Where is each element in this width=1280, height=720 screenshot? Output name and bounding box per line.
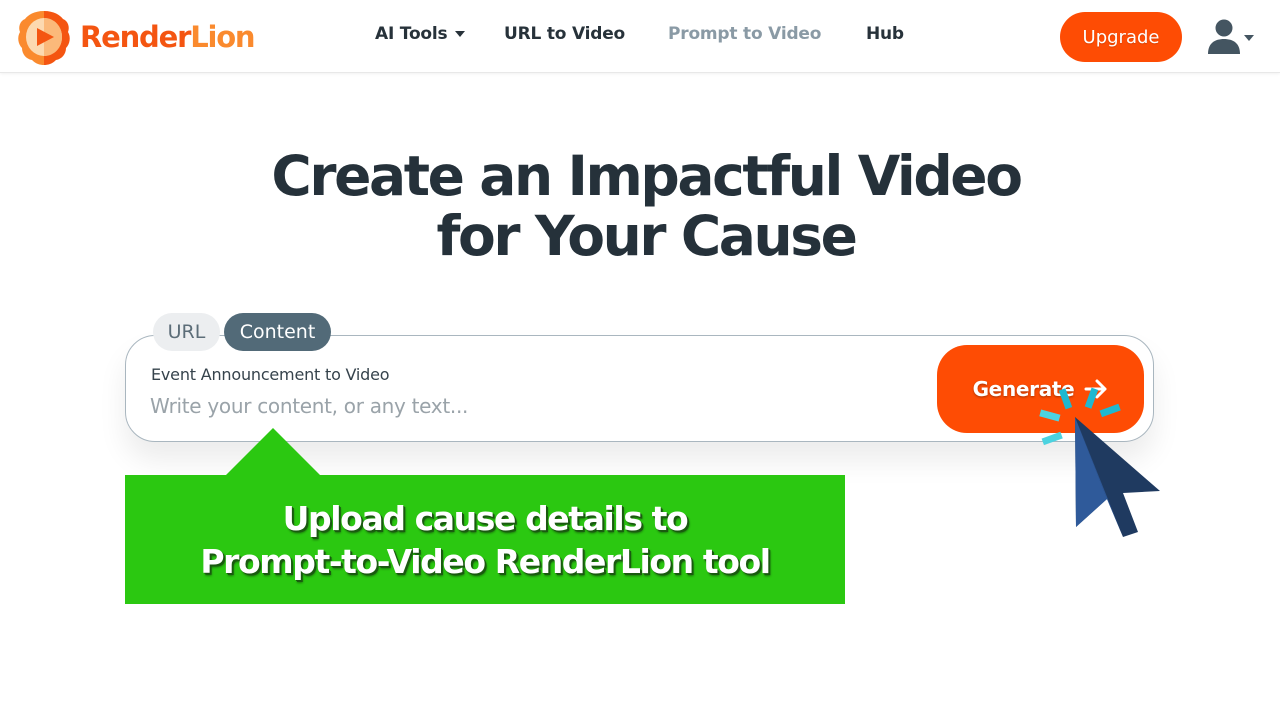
page-title: Create an Impactful Video for Your Cause [0, 146, 1280, 266]
brand-name-part1: Render [80, 20, 191, 54]
brand-name: RenderLion [80, 20, 256, 54]
page-title-line1: Create an Impactful Video [271, 144, 1023, 208]
lion-play-icon [18, 11, 70, 65]
nav-item-label: Hub [866, 24, 904, 44]
annotation-line1: Upload cause details to [282, 498, 689, 538]
chevron-down-icon [1244, 35, 1254, 41]
upgrade-button[interactable]: Upgrade [1060, 12, 1182, 62]
nav-item-label: AI Tools [375, 24, 448, 44]
nav-item-ai-tools[interactable]: AI Tools [375, 24, 466, 44]
top-navigation-bar: RenderLion AI Tools URL to Video Prompt … [0, 0, 1280, 73]
user-menu[interactable] [1205, 18, 1255, 58]
nav-item-hub[interactable]: Hub [866, 24, 904, 44]
tab-content[interactable]: Content [224, 313, 331, 351]
generate-button[interactable]: Generate [937, 345, 1144, 433]
brand-name-part2: Lion [190, 20, 255, 54]
arrow-right-icon [1084, 379, 1107, 399]
brand-logo[interactable]: RenderLion [16, 9, 256, 65]
input-mode-tabs: URL Content [153, 313, 331, 351]
callout-pointer [225, 428, 321, 476]
user-icon [1208, 19, 1254, 54]
nav-item-label: URL to Video [504, 24, 626, 44]
nav-item-label: Prompt to Video [668, 24, 822, 44]
nav-item-url-to-video[interactable]: URL to Video [504, 24, 625, 44]
annotation-text: Upload cause details to Prompt-to-Video … [200, 497, 771, 583]
content-input[interactable] [150, 390, 910, 422]
input-label: Event Announcement to Video [151, 365, 390, 384]
annotation-callout: Upload cause details to Prompt-to-Video … [125, 475, 845, 604]
annotation-line2: Prompt-to-Video RenderLion tool [200, 541, 771, 581]
page-title-line2: for Your Cause [436, 204, 857, 268]
chevron-down-icon [455, 31, 466, 37]
nav-item-prompt-to-video[interactable]: Prompt to Video [668, 24, 821, 44]
tab-url[interactable]: URL [153, 313, 220, 351]
generate-button-label: Generate [972, 377, 1075, 401]
